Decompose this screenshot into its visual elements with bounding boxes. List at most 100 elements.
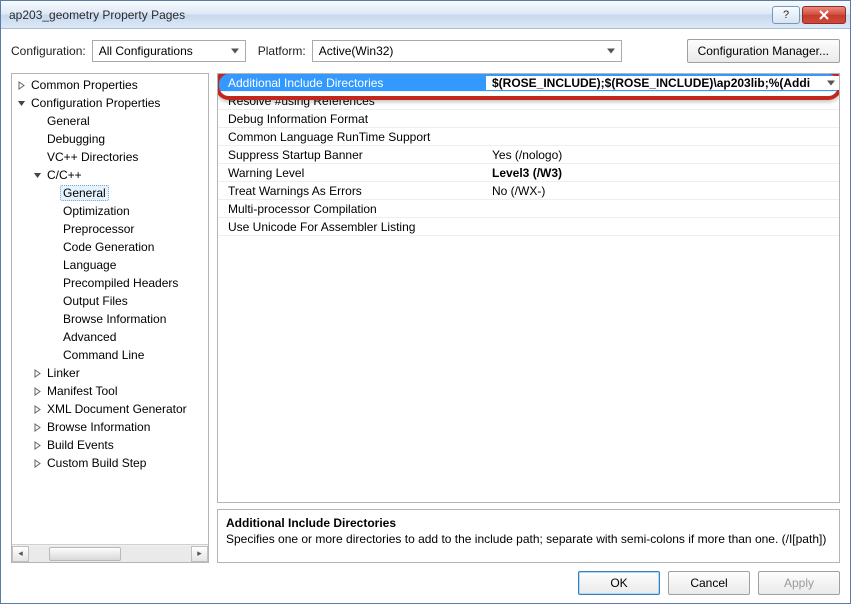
close-icon bbox=[819, 10, 829, 20]
dialog-body: Configuration: All Configurations Platfo… bbox=[1, 29, 850, 603]
property-value[interactable]: No (/WX-) bbox=[486, 184, 839, 198]
scroll-thumb[interactable] bbox=[49, 547, 121, 561]
tree-spacer bbox=[48, 314, 58, 324]
tree-label: Linker bbox=[44, 365, 83, 381]
property-row[interactable]: Multi-processor Compilation bbox=[218, 200, 839, 218]
tree-item-vcdirs[interactable]: VC++ Directories bbox=[12, 148, 208, 166]
tree-spacer bbox=[48, 188, 58, 198]
tree-item-cc_cmd[interactable]: Command Line bbox=[12, 346, 208, 364]
configuration-manager-button[interactable]: Configuration Manager... bbox=[687, 39, 840, 63]
tree-spacer bbox=[48, 206, 58, 216]
tree-label: Code Generation bbox=[60, 239, 157, 255]
configuration-label: Configuration: bbox=[11, 44, 86, 58]
tree-item-cc_pch[interactable]: Precompiled Headers bbox=[12, 274, 208, 292]
tree-label: Browse Information bbox=[60, 311, 169, 327]
right-pane: Additional Include Directories$(ROSE_INC… bbox=[217, 73, 840, 563]
tree-spacer bbox=[32, 134, 42, 144]
tree-item-ccpp[interactable]: C/C++ bbox=[12, 166, 208, 184]
property-row[interactable]: Common Language RunTime Support bbox=[218, 128, 839, 146]
tree-spacer bbox=[48, 278, 58, 288]
property-name: Multi-processor Compilation bbox=[218, 202, 486, 216]
chevron-right-icon[interactable] bbox=[32, 422, 42, 432]
configuration-value: All Configurations bbox=[99, 44, 193, 58]
description-pane: Additional Include Directories Specifies… bbox=[217, 509, 840, 563]
window-title: ap203_geometry Property Pages bbox=[9, 8, 770, 22]
tree-spacer bbox=[32, 116, 42, 126]
property-value[interactable]: Level3 (/W3) bbox=[486, 166, 839, 180]
scroll-right-arrow[interactable]: ▸ bbox=[191, 546, 208, 562]
tree-item-buildevents[interactable]: Build Events bbox=[12, 436, 208, 454]
title-bar[interactable]: ap203_geometry Property Pages ? bbox=[1, 1, 850, 29]
chevron-right-icon[interactable] bbox=[16, 80, 26, 90]
property-name: Resolve #using References bbox=[218, 94, 486, 108]
property-name: Additional Include Directories bbox=[218, 76, 486, 90]
cancel-button[interactable]: Cancel bbox=[668, 571, 750, 595]
tree-item-cc_adv[interactable]: Advanced bbox=[12, 328, 208, 346]
tree-item-cc_browse[interactable]: Browse Information bbox=[12, 310, 208, 328]
category-tree[interactable]: Common Properties Configuration Propertie… bbox=[11, 73, 209, 563]
apply-button[interactable]: Apply bbox=[758, 571, 840, 595]
tree-label: Common Properties bbox=[28, 77, 141, 93]
tree-item-cc_general[interactable]: General bbox=[12, 184, 208, 202]
close-button[interactable] bbox=[802, 6, 846, 24]
tree-spacer bbox=[48, 260, 58, 270]
tree-item-general[interactable]: General bbox=[12, 112, 208, 130]
scroll-left-arrow[interactable]: ◂ bbox=[12, 546, 29, 562]
chevron-right-icon[interactable] bbox=[32, 404, 42, 414]
top-toolbar: Configuration: All Configurations Platfo… bbox=[11, 39, 840, 63]
help-button[interactable]: ? bbox=[772, 6, 800, 24]
tree-label: Advanced bbox=[60, 329, 119, 345]
tree-label: Build Events bbox=[44, 437, 117, 453]
tree-h-scrollbar[interactable]: ◂ ▸ bbox=[12, 544, 208, 562]
tree-item-cc_codegen[interactable]: Code Generation bbox=[12, 238, 208, 256]
property-name: Suppress Startup Banner bbox=[218, 148, 486, 162]
tree-item-linker[interactable]: Linker bbox=[12, 364, 208, 382]
property-row[interactable]: Resolve #using References bbox=[218, 92, 839, 110]
tree-item-cc_pre[interactable]: Preprocessor bbox=[12, 220, 208, 238]
tree-label: General bbox=[60, 185, 109, 201]
chevron-right-icon[interactable] bbox=[32, 440, 42, 450]
chevron-right-icon[interactable] bbox=[32, 458, 42, 468]
tree-item-custom[interactable]: Custom Build Step bbox=[12, 454, 208, 472]
ok-button[interactable]: OK bbox=[578, 571, 660, 595]
tree-item-cc_out[interactable]: Output Files bbox=[12, 292, 208, 310]
tree-item-xmldoc[interactable]: XML Document Generator bbox=[12, 400, 208, 418]
chevron-down-icon[interactable] bbox=[16, 98, 26, 108]
tree-item-configprops[interactable]: Configuration Properties bbox=[12, 94, 208, 112]
property-row[interactable]: Suppress Startup BannerYes (/nologo) bbox=[218, 146, 839, 164]
tree-spacer bbox=[48, 296, 58, 306]
tree-spacer bbox=[48, 224, 58, 234]
tree-spacer bbox=[32, 152, 42, 162]
tree-label: XML Document Generator bbox=[44, 401, 190, 417]
chevron-right-icon[interactable] bbox=[32, 386, 42, 396]
property-name: Common Language RunTime Support bbox=[218, 130, 486, 144]
tree-item-manifest[interactable]: Manifest Tool bbox=[12, 382, 208, 400]
tree-label: General bbox=[44, 113, 93, 129]
chevron-down-icon[interactable] bbox=[32, 170, 42, 180]
property-row[interactable]: Warning LevelLevel3 (/W3) bbox=[218, 164, 839, 182]
tree-item-browseinfo[interactable]: Browse Information bbox=[12, 418, 208, 436]
property-value[interactable]: $(ROSE_INCLUDE);$(ROSE_INCLUDE)\ap203lib… bbox=[486, 76, 839, 90]
tree-label: Command Line bbox=[60, 347, 147, 363]
tree-label: C/C++ bbox=[44, 167, 85, 183]
platform-value: Active(Win32) bbox=[319, 44, 394, 58]
description-title: Additional Include Directories bbox=[226, 516, 831, 530]
chevron-right-icon[interactable] bbox=[32, 368, 42, 378]
property-row[interactable]: Debug Information Format bbox=[218, 110, 839, 128]
platform-combo[interactable]: Active(Win32) bbox=[312, 40, 622, 62]
tree-item-debugging[interactable]: Debugging bbox=[12, 130, 208, 148]
scroll-track[interactable] bbox=[29, 546, 191, 562]
property-value[interactable]: Yes (/nologo) bbox=[486, 148, 839, 162]
configuration-combo[interactable]: All Configurations bbox=[92, 40, 246, 62]
property-row[interactable]: Treat Warnings As ErrorsNo (/WX-) bbox=[218, 182, 839, 200]
tree-item-cc_opt[interactable]: Optimization bbox=[12, 202, 208, 220]
property-row[interactable]: Additional Include Directories$(ROSE_INC… bbox=[218, 74, 839, 92]
main-area: Common Properties Configuration Propertie… bbox=[11, 73, 840, 563]
property-row[interactable]: Use Unicode For Assembler Listing bbox=[218, 218, 839, 236]
tree-label: Language bbox=[60, 257, 119, 273]
tree-item-common[interactable]: Common Properties bbox=[12, 76, 208, 94]
tree-item-cc_lang[interactable]: Language bbox=[12, 256, 208, 274]
property-grid[interactable]: Additional Include Directories$(ROSE_INC… bbox=[217, 73, 840, 503]
tree-label: Custom Build Step bbox=[44, 455, 149, 471]
tree-label: Configuration Properties bbox=[28, 95, 163, 111]
